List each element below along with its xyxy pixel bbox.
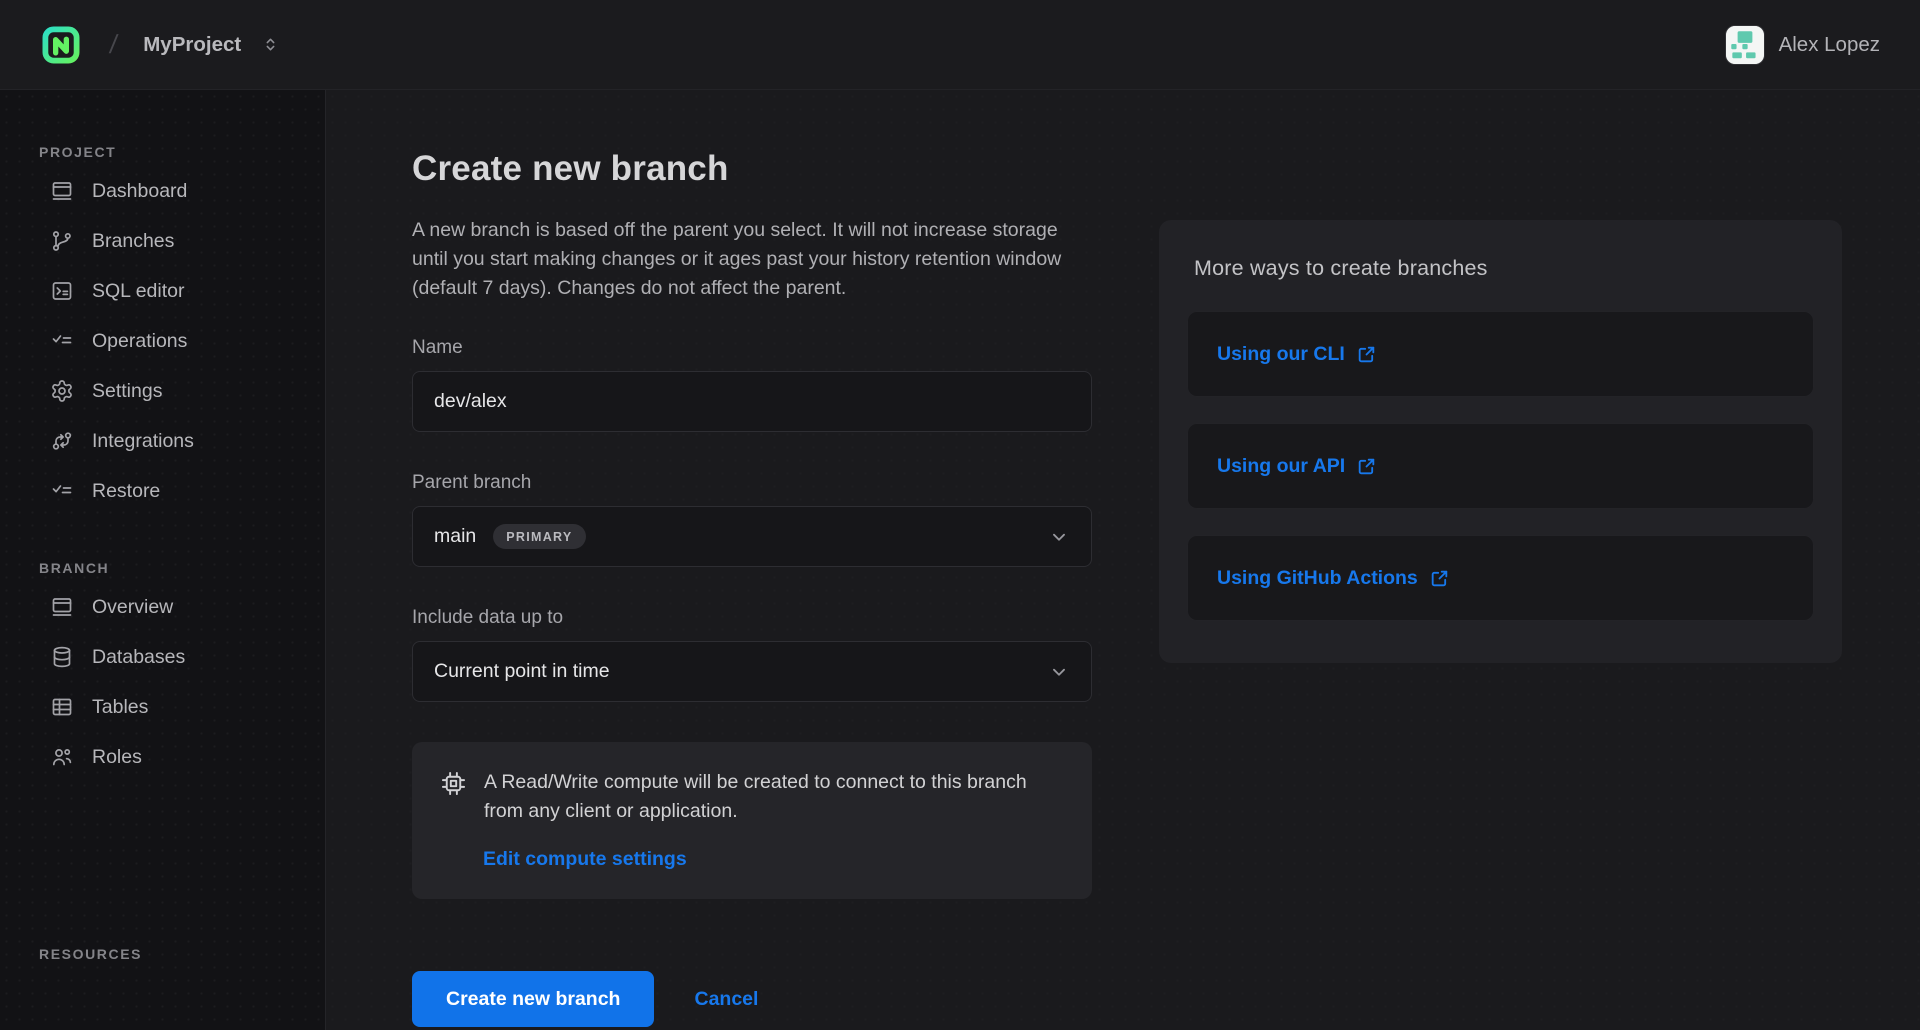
breadcrumb: / MyProject (38, 22, 284, 68)
create-branch-form: Create new branch A new branch is based … (412, 148, 1092, 1027)
project-switcher[interactable]: MyProject (139, 27, 284, 63)
branches-icon (50, 229, 74, 253)
sidebar-item-tables[interactable]: Tables (0, 682, 325, 732)
page-title: Create new branch (412, 148, 1092, 190)
external-link-icon (1429, 567, 1450, 589)
external-link-icon (1356, 455, 1377, 477)
dashboard-icon (50, 179, 74, 203)
include-data-group: Include data up to Current point in time (412, 607, 1092, 702)
sidebar-section-label: PROJECT (0, 144, 325, 166)
sidebar-item-label: Databases (92, 646, 185, 669)
sidebar-item-label: Integrations (92, 430, 194, 453)
sidebar-section-project: PROJECT Dashboard Branches SQL editor Operat… (0, 144, 325, 516)
sidebar-item-label: Overview (92, 596, 173, 619)
create-branch-button[interactable]: Create new branch (412, 971, 654, 1027)
parent-branch-value: main (434, 525, 476, 548)
page-description: A new branch is based off the parent you… (412, 216, 1092, 303)
sidebar: PROJECT Dashboard Branches SQL editor Operat… (0, 90, 326, 1030)
user-menu[interactable]: Alex Lopez (1726, 26, 1880, 64)
sidebar-item-label: Restore (92, 480, 160, 503)
cancel-link[interactable]: Cancel (694, 988, 758, 1011)
chevron-down-icon (1048, 661, 1070, 683)
sidebar-item-label: Settings (92, 380, 162, 403)
link-using-our-api[interactable]: Using our API (1217, 455, 1377, 478)
compute-info-box: A Read/Write compute will be created to … (412, 742, 1092, 899)
link-using-github-actions[interactable]: Using GitHub Actions (1217, 567, 1450, 590)
sidebar-section-label: BRANCH (0, 560, 325, 582)
main-content: Create new branch A new branch is based … (326, 90, 1920, 1030)
sidebar-item-operations[interactable]: Operations (0, 316, 325, 366)
sidebar-section-branch: BRANCH Overview Databases Tables Roles (0, 560, 325, 782)
topbar: / MyProject Alex Lopez (0, 0, 1920, 90)
sidebar-item-databases[interactable]: Databases (0, 632, 325, 682)
compute-note: A Read/Write compute will be created to … (484, 768, 1050, 826)
sidebar-item-overview[interactable]: Overview (0, 582, 325, 632)
card-using-our-cli[interactable]: Using our CLI (1187, 311, 1814, 397)
name-label: Name (412, 337, 1092, 359)
neon-logo[interactable] (38, 22, 84, 68)
sidebar-section-label: RESOURCES (0, 946, 325, 968)
parent-branch-select[interactable]: main PRIMARY (412, 506, 1092, 567)
avatar (1726, 26, 1764, 64)
form-actions: Create new branch Cancel (412, 971, 1092, 1027)
card-using-github-actions[interactable]: Using GitHub Actions (1187, 535, 1814, 621)
unfold-icon (261, 35, 280, 54)
overview-icon (50, 595, 74, 619)
tables-icon (50, 695, 74, 719)
include-data-value: Current point in time (434, 660, 610, 683)
parent-branch-label: Parent branch (412, 472, 1092, 494)
sidebar-item-label: Dashboard (92, 180, 187, 203)
include-data-select[interactable]: Current point in time (412, 641, 1092, 702)
name-field-group: Name (412, 337, 1092, 432)
sidebar-item-label: SQL editor (92, 280, 185, 303)
project-name: MyProject (143, 33, 241, 57)
restore-icon (50, 479, 74, 503)
card-using-our-api[interactable]: Using our API (1187, 423, 1814, 509)
card-link-label: Using GitHub Actions (1217, 567, 1418, 590)
cpu-icon (440, 770, 467, 826)
integrations-icon (50, 429, 74, 453)
sidebar-item-roles[interactable]: Roles (0, 732, 325, 782)
parent-branch-group: Parent branch main PRIMARY (412, 472, 1092, 567)
chevron-down-icon (1048, 526, 1070, 548)
operations-icon (50, 329, 74, 353)
sidebar-item-label: Operations (92, 330, 187, 353)
databases-icon (50, 645, 74, 669)
sidebar-item-restore[interactable]: Restore (0, 466, 325, 516)
breadcrumb-separator: / (108, 29, 120, 60)
sidebar-section-resources: RESOURCES (0, 946, 325, 968)
edit-compute-settings-link[interactable]: Edit compute settings (483, 848, 687, 871)
branch-name-input[interactable] (412, 371, 1092, 432)
primary-badge: PRIMARY (493, 524, 585, 549)
user-name: Alex Lopez (1779, 33, 1880, 57)
sql-editor-icon (50, 279, 74, 303)
card-link-label: Using our API (1217, 455, 1345, 478)
include-data-label: Include data up to (412, 607, 1092, 629)
panel-title: More ways to create branches (1194, 256, 1814, 281)
sidebar-item-label: Tables (92, 696, 148, 719)
settings-icon (50, 379, 74, 403)
sidebar-item-settings[interactable]: Settings (0, 366, 325, 416)
card-link-label: Using our CLI (1217, 343, 1345, 366)
sidebar-item-branches[interactable]: Branches (0, 216, 325, 266)
roles-icon (50, 745, 74, 769)
sidebar-item-label: Branches (92, 230, 174, 253)
sidebar-item-label: Roles (92, 746, 142, 769)
link-using-our-cli[interactable]: Using our CLI (1217, 343, 1377, 366)
sidebar-item-integrations[interactable]: Integrations (0, 416, 325, 466)
more-ways-panel: More ways to create branches Using our C… (1159, 220, 1842, 663)
external-link-icon (1356, 343, 1377, 365)
sidebar-item-sql-editor[interactable]: SQL editor (0, 266, 325, 316)
sidebar-item-dashboard[interactable]: Dashboard (0, 166, 325, 216)
